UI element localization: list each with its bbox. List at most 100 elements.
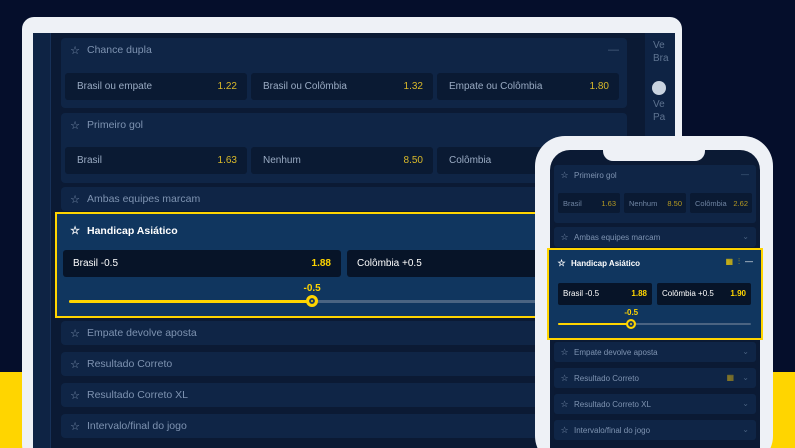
market-title: Resultado Correto <box>87 358 173 370</box>
odd-button[interactable]: Brasil ou empate 1.22 <box>65 73 247 100</box>
settings-sliders-icon[interactable]: ⫶ <box>738 257 740 267</box>
collapse-icon[interactable]: — <box>745 257 753 267</box>
market-title: Empate devolve aposta <box>574 347 658 357</box>
odd-label: Brasil ou empate <box>77 81 153 92</box>
market-title: Handicap Asiático <box>571 259 641 268</box>
odd-label: Brasil -0.5 <box>73 258 119 269</box>
odd-value: 1.88 <box>311 258 331 269</box>
odd-label: Colômbia +0.5 <box>662 289 714 298</box>
odd-value: 1.88 <box>631 289 647 298</box>
odd-value: 1.63 <box>601 199 616 208</box>
handicap-asiatico-panel: ☆ Handicap Asiático Brasil -0.5 1.88 Col… <box>55 212 617 318</box>
market-header[interactable]: ☆ Handicap Asiático <box>557 258 640 269</box>
market-header[interactable]: ☆ Chance dupla <box>69 38 152 62</box>
market-title: Resultado Correto XL <box>574 399 651 409</box>
slider-handle[interactable] <box>306 295 318 307</box>
star-icon[interactable]: ☆ <box>560 373 569 384</box>
odd-button[interactable]: Nenhum 8.50 <box>251 147 433 174</box>
side-text: Ve <box>653 99 665 110</box>
handicap-slider[interactable] <box>558 323 751 325</box>
slider-value: -0.5 <box>624 308 639 317</box>
side-text: Ve <box>653 40 665 51</box>
star-icon[interactable]: ☆ <box>557 258 566 269</box>
odd-button[interactable]: Empate ou Colômbia 1.80 <box>437 73 619 100</box>
market-resultado-correto-xl[interactable]: ☆ Resultado Correto XL ⌄ <box>554 394 756 414</box>
grid-icon[interactable]: ▦ <box>726 373 734 382</box>
star-icon[interactable]: ☆ <box>69 358 81 371</box>
chevron-down-icon[interactable]: ⌄ <box>742 425 749 434</box>
market-intervalo-final[interactable]: ☆ Intervalo/final do jogo ⌄ <box>554 420 756 440</box>
market-title: Resultado Correto <box>574 373 639 383</box>
star-icon[interactable]: ☆ <box>69 389 81 402</box>
chevron-down-icon[interactable]: ⌄ <box>742 232 749 241</box>
odd-button[interactable]: Colômbia +0.5 1.90 <box>657 283 751 305</box>
odd-value: 1.80 <box>589 81 609 92</box>
odd-button[interactable]: Brasil ou Colômbia 1.32 <box>251 73 433 100</box>
market-header: ☆ Resultado Correto <box>560 368 639 388</box>
slider-handle[interactable] <box>626 319 637 329</box>
star-icon[interactable]: ☆ <box>69 327 81 340</box>
odd-button[interactable]: Colômbia 2.62 <box>690 193 752 213</box>
market-title: Ambas equipes marcam <box>87 193 201 205</box>
market-chance-dupla: ☆ Chance dupla — Brasil ou empate 1.22 B… <box>61 38 627 108</box>
collapse-icon[interactable]: — <box>608 44 619 56</box>
chevron-down-icon[interactable]: ⌄ <box>742 373 749 382</box>
star-icon[interactable]: ☆ <box>69 420 81 433</box>
star-icon[interactable]: ☆ <box>560 170 569 181</box>
odd-button[interactable]: Brasil -0.5 1.88 <box>558 283 652 305</box>
market-primeiro-gol: ☆ Primeiro gol — Brasil 1.63 Nenhum 8.50… <box>554 165 756 223</box>
market-empate-devolve[interactable]: ☆ Empate devolve aposta ⌄ <box>554 342 756 362</box>
market-header: ☆ Empate devolve aposta <box>69 321 197 345</box>
star-icon[interactable]: ☆ <box>69 224 81 237</box>
star-icon[interactable]: ☆ <box>69 193 81 206</box>
market-header[interactable]: ☆ Primeiro gol <box>560 165 617 185</box>
odd-button[interactable]: Brasil -0.5 1.88 <box>63 250 341 277</box>
chevron-down-icon[interactable]: ⌄ <box>742 347 749 356</box>
market-header: ☆ Ambas equipes marcam <box>560 227 660 247</box>
odd-label: Colômbia +0.5 <box>357 258 422 269</box>
left-sidebar-edge <box>33 33 51 448</box>
market-title: Primeiro gol <box>574 170 617 180</box>
star-icon[interactable]: ☆ <box>560 425 569 436</box>
soccer-ball-icon <box>652 81 666 95</box>
market-title: Intervalo/final do jogo <box>574 425 651 435</box>
odd-button[interactable]: Brasil 1.63 <box>65 147 247 174</box>
odd-value: 1.90 <box>730 289 746 298</box>
odd-button[interactable]: Nenhum 8.50 <box>624 193 686 213</box>
grid-icon[interactable]: ▦ <box>725 257 733 267</box>
star-icon[interactable]: ☆ <box>69 44 81 57</box>
star-icon[interactable]: ☆ <box>69 119 81 132</box>
odd-value: 1.32 <box>403 81 423 92</box>
market-header[interactable]: ☆ Handicap Asiático <box>69 224 178 238</box>
odd-label: Nenhum <box>263 155 301 166</box>
market-header: ☆ Empate devolve aposta <box>560 342 658 362</box>
market-header: ☆ Resultado Correto XL <box>560 394 651 414</box>
phone-notch <box>603 143 705 161</box>
market-title: Ambas equipes marcam <box>574 232 661 242</box>
side-text: Pa <box>653 112 666 123</box>
odd-label: Nenhum <box>629 199 658 208</box>
odd-label: Colômbia <box>695 199 727 208</box>
odd-label: Brasil <box>77 155 103 166</box>
side-text: Bra <box>653 53 669 64</box>
market-header[interactable]: ☆ Primeiro gol <box>69 113 143 137</box>
market-header: ☆ Resultado Correto XL <box>69 383 188 407</box>
market-title: Resultado Correto XL <box>87 389 188 401</box>
odd-label: Empate ou Colômbia <box>449 81 543 92</box>
odd-value: 8.50 <box>667 199 682 208</box>
handicap-asiatico-panel: ☆ Handicap Asiático ▦ ⫶ — Brasil -0.5 1.… <box>547 248 763 340</box>
collapse-icon[interactable]: — <box>741 170 749 179</box>
star-icon[interactable]: ☆ <box>560 232 569 243</box>
slider-fill <box>69 300 312 303</box>
star-icon[interactable]: ☆ <box>560 347 569 358</box>
odd-button[interactable]: Brasil 1.63 <box>558 193 620 213</box>
market-resultado-correto[interactable]: ☆ Resultado Correto ▦ ⌄ <box>554 368 756 388</box>
market-ambas-equipes[interactable]: ☆ Ambas equipes marcam ⌄ <box>554 227 756 247</box>
slider-value: -0.5 <box>303 283 321 294</box>
handicap-slider[interactable] <box>69 300 609 303</box>
market-header: ☆ Intervalo/final do jogo <box>560 420 650 440</box>
star-icon[interactable]: ☆ <box>560 399 569 410</box>
odd-label: Brasil ou Colômbia <box>263 81 347 92</box>
market-header: ☆ Intervalo/final do jogo <box>69 414 187 438</box>
chevron-down-icon[interactable]: ⌄ <box>742 399 749 408</box>
